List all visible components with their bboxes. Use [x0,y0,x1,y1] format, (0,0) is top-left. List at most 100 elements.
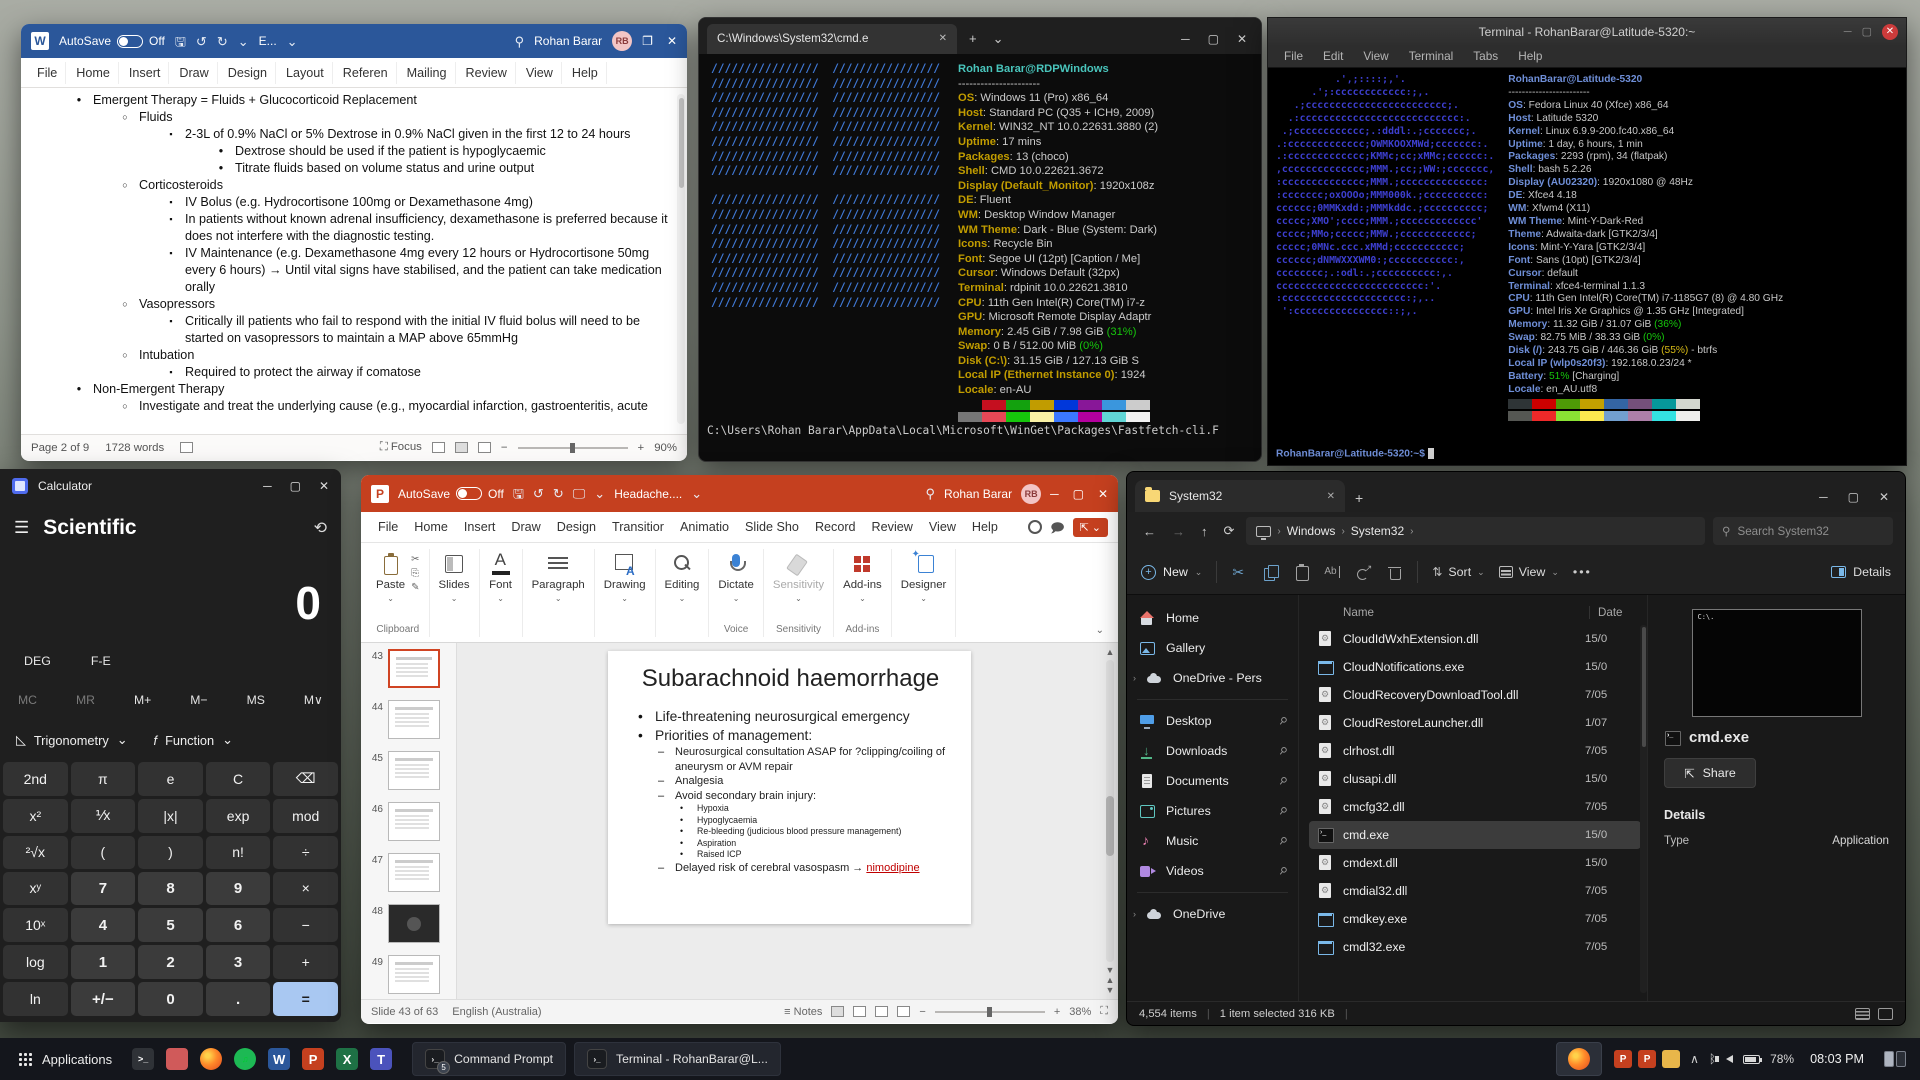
launcher-spotify[interactable]: ♫ [230,1044,260,1074]
refresh-icon[interactable]: ⟳ [1220,523,1239,539]
cmd-output[interactable]: //////////////// //////////////// //////… [699,54,1261,422]
battery-icon[interactable] [1743,1054,1763,1064]
slide-thumbnail-46[interactable]: 46 [367,802,456,841]
web-layout-icon[interactable] [477,442,491,453]
hamburger-menu-icon[interactable]: ☰ [14,518,29,538]
launcher-terminal[interactable]: >_ [128,1044,158,1074]
file-row-clrhost-dll[interactable]: clrhost.dll 7/05 [1309,737,1641,765]
ppt-tab-review[interactable]: Review [865,516,920,538]
calc-key-2nd[interactable]: 2nd [3,762,68,796]
file-row-cmcfg32-dll[interactable]: cmcfg32.dll 7/05 [1309,793,1641,821]
tray-powerpoint-icon[interactable]: P [1614,1050,1633,1068]
calc-key-[interactable]: +/− [70,982,136,1016]
maximize-icon[interactable]: ▢ [1073,487,1084,501]
terminal-menu-file[interactable]: File [1276,47,1311,65]
word-tab-view[interactable]: View [518,61,562,84]
calc-key-n[interactable]: n! [205,835,271,869]
active-app-indicator[interactable] [1556,1042,1603,1076]
file-row-cloudrestorelauncher-dll[interactable]: CloudRestoreLauncher.dll 1/07 [1309,709,1641,737]
maximize-icon[interactable]: ▢ [1862,25,1872,38]
undo-icon[interactable]: ↺ [196,35,207,48]
calc-key-[interactable]: − [273,908,338,943]
copy-icon[interactable]: ⎘ [411,569,419,579]
next-slide-icon[interactable]: ▼ [1106,985,1115,995]
large-icons-toggle-icon[interactable] [1878,1008,1893,1020]
print-layout-icon[interactable] [454,442,468,453]
word-tab-insert[interactable]: Insert [121,61,170,84]
minimize-icon[interactable]: ─ [1050,487,1059,501]
scroll-up-icon[interactable]: ▲ [1106,647,1115,657]
clock[interactable]: 08:03 PM [1804,1052,1870,1066]
document-name[interactable]: Headache.... [614,487,682,501]
autosave-toggle[interactable]: AutoSave Off [398,487,504,501]
sort-button[interactable]: ⇅ Sort ⌄ [1432,565,1484,579]
autosave-toggle[interactable]: AutoSave Off [59,34,165,48]
memory-key-m[interactable]: M+ [134,693,151,707]
word-tab-help[interactable]: Help [564,61,607,84]
applications-menu-button[interactable]: Applications [8,1042,122,1076]
close-icon[interactable]: ✕ [319,479,329,493]
calc-key-10[interactable]: 10ˣ [3,908,68,943]
calc-key-mod[interactable]: mod [273,798,338,833]
ribbon-button-font[interactable]: Font ⌄ [489,549,513,603]
close-icon[interactable]: ✕ [1879,490,1889,504]
redo-icon[interactable]: ↻ [553,487,564,500]
calc-key-2[interactable]: 2 [138,945,203,980]
ribbon-button-paste[interactable]: Paste ⌄ [376,549,405,603]
calc-key-[interactable]: × [273,871,338,906]
taskbar-window-command-prompt[interactable]: ›_ 5 Command Prompt [412,1042,566,1076]
launcher-powerpoint[interactable]: P [298,1044,328,1074]
calc-key-4[interactable]: 4 [70,908,136,943]
ppt-tab-insert[interactable]: Insert [457,516,503,538]
ribbon-button-drawing[interactable]: Drawing ⌄ [604,549,646,603]
calc-key-x[interactable]: |x| [138,798,203,833]
fe-button[interactable]: F-E [91,654,111,668]
cmd-tab[interactable]: C:\Windows\System32\cmd.e ✕ [707,23,957,54]
previous-slide-icon[interactable]: ▲ [1106,975,1115,985]
breadcrumb-system32[interactable]: System32 [1351,524,1404,538]
word-tab-draw[interactable]: Draw [171,61,218,84]
new-button[interactable]: + New ⌄ [1141,564,1202,580]
minimize-icon[interactable]: ─ [1819,490,1828,504]
terminal-menu-help[interactable]: Help [1510,47,1550,65]
zoom-slider[interactable] [934,1006,1045,1017]
focus-mode-button[interactable]: ⛶ Focus [380,441,422,454]
zoom-out-icon[interactable]: − [501,442,508,454]
minimize-icon[interactable]: ─ [1181,32,1190,46]
fit-slide-icon[interactable]: ⛶ [1100,1005,1108,1018]
ribbon-button-editing[interactable]: Editing ⌄ [665,549,699,603]
word-document[interactable]: • Emergent Therapy = Fluids + Glucocortic… [21,88,687,434]
calc-key-ln[interactable]: ln [3,982,68,1016]
calc-key-[interactable]: ÷ [273,835,338,869]
word-tab-mailing[interactable]: Mailing [399,61,456,84]
this-pc-icon[interactable] [1256,525,1272,540]
paste-icon[interactable] [1293,563,1310,581]
sidebar-item-onedrive-pers[interactable]: › OneDrive - Pers [1127,663,1298,693]
ribbon-button-dictate[interactable]: Dictate ⌄ [718,549,754,603]
terminal-menu-view[interactable]: View [1355,47,1396,65]
column-name[interactable]: Name [1343,606,1374,619]
file-row-clusapi-dll[interactable]: clusapi.dll 15/0 [1309,765,1641,793]
scrollbar[interactable] [1640,625,1647,993]
maximize-icon[interactable]: ▢ [1848,490,1859,504]
launcher-firefox[interactable] [196,1044,226,1074]
record-icon[interactable] [1028,520,1043,534]
quick-access-chevron-icon[interactable]: ⌄ [238,35,249,48]
details-pane-button[interactable]: Details [1831,565,1891,579]
zoom-in-icon[interactable]: + [1054,1006,1060,1018]
calc-key-x[interactable]: ²√x [3,835,68,869]
trigonometry-dropdown[interactable]: ◺ Trigonometry ⌄ [16,732,128,748]
calc-key-c[interactable]: C [205,762,271,796]
slideshow-icon[interactable] [897,1006,911,1017]
file-row-cloudidwxhextension-dll[interactable]: CloudIdWxhExtension.dll 15/0 [1309,625,1641,653]
slide-sorter-icon[interactable] [853,1006,867,1017]
scroll-down-icon[interactable]: ▼ [1106,965,1115,975]
memory-key-m[interactable]: M− [190,693,207,707]
share-icon[interactable] [1355,563,1372,581]
view-button[interactable]: View ⌄ [1498,565,1559,579]
slide-thumbnail-48[interactable]: 48 [367,904,456,943]
slide-thumbnail-43[interactable]: 43 [367,649,456,688]
slide-title[interactable]: Subarachnoid haemorrhage [632,665,949,693]
comments-icon[interactable]: 🗩 [1050,521,1064,534]
tab-close-icon[interactable]: ✕ [1327,491,1335,502]
